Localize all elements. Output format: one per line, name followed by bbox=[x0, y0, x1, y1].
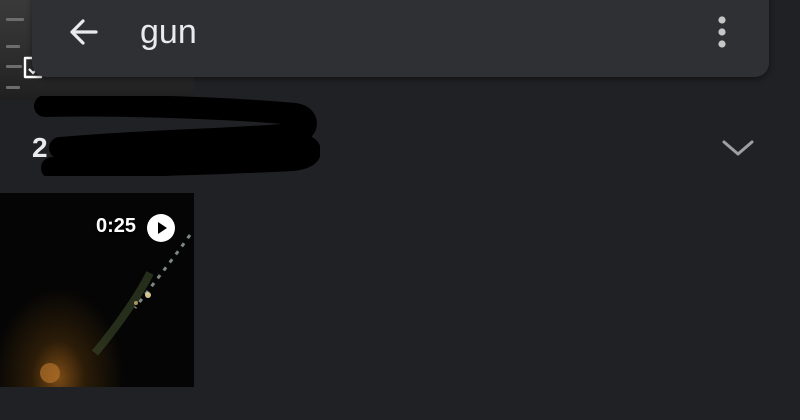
video-duration: 0:25 bbox=[95, 215, 136, 237]
thumbnail-text-line bbox=[6, 45, 20, 48]
search-query[interactable]: gun bbox=[140, 12, 197, 52]
play-circle-icon bbox=[147, 214, 175, 242]
thumbnail-text-line bbox=[6, 86, 20, 89]
more-options-button[interactable] bbox=[700, 10, 744, 54]
arrow-back-icon bbox=[70, 19, 98, 45]
night-scene-image bbox=[40, 234, 192, 383]
thumbnail-text-line bbox=[6, 18, 24, 21]
expand-section-button[interactable] bbox=[712, 128, 764, 168]
more-vert-icon bbox=[718, 16, 726, 48]
chevron-down-icon bbox=[722, 140, 754, 156]
back-button[interactable] bbox=[60, 10, 108, 54]
redaction-scribble bbox=[34, 96, 320, 176]
video-thumbnail[interactable]: 0:25 bbox=[0, 193, 194, 387]
